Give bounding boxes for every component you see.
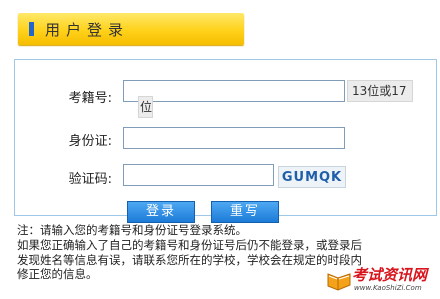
page-title: 用户登录 bbox=[45, 21, 130, 39]
captcha-input[interactable] bbox=[123, 164, 274, 186]
site-watermark: 考试资讯网 www.KaoShiZi.Com bbox=[326, 264, 438, 296]
exam-id-hint-wrap: 位 bbox=[138, 96, 153, 118]
title-bar: 用户登录 bbox=[18, 13, 244, 45]
title-marker bbox=[29, 22, 34, 36]
captcha-image[interactable]: GUMQK bbox=[278, 166, 346, 188]
exam-id-hint: 13位或17 bbox=[347, 80, 413, 102]
watermark-name: 考试资讯网 bbox=[352, 266, 428, 284]
reset-button[interactable]: 重写 bbox=[211, 201, 279, 223]
notice-line: 如果您正确输入了自己的考籍号和身份证号后仍不能登录，或登录后 bbox=[17, 237, 362, 252]
login-button[interactable]: 登录 bbox=[127, 201, 195, 223]
notice-line: 注：请输入您的考籍号和身份证号登录系统。 bbox=[17, 223, 247, 237]
id-card-label: 身份证: bbox=[68, 134, 112, 149]
book-logo-icon bbox=[327, 273, 351, 291]
exam-id-input[interactable] bbox=[123, 80, 345, 102]
captcha-label: 验证码: bbox=[68, 172, 112, 187]
watermark-url: www.KaoShiZi.Com bbox=[354, 284, 422, 292]
exam-id-label: 考籍号: bbox=[68, 91, 112, 106]
id-card-input[interactable] bbox=[123, 127, 345, 149]
